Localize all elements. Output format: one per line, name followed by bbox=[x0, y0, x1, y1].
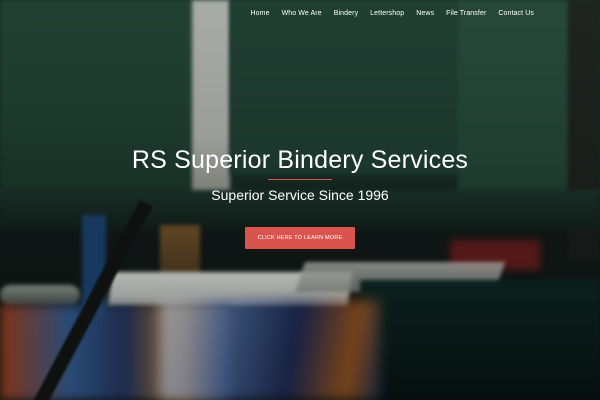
nav-item-news[interactable]: News bbox=[410, 9, 440, 19]
nav-item-home[interactable]: Home bbox=[244, 9, 275, 19]
hero-subtitle: Superior Service Since 1996 bbox=[211, 187, 389, 203]
hero-section: Home Who We Are Bindery Lettershop News … bbox=[0, 0, 600, 400]
hero-content: RS Superior Bindery Services Superior Se… bbox=[0, 0, 600, 400]
nav-item-bindery[interactable]: Bindery bbox=[328, 9, 364, 19]
nav-item-who-we-are[interactable]: Who We Are bbox=[276, 9, 328, 19]
nav-item-lettershop[interactable]: Lettershop bbox=[364, 9, 410, 19]
nav-item-file-transfer[interactable]: File Transfer bbox=[440, 9, 492, 19]
nav-item-contact-us[interactable]: Contact Us bbox=[492, 9, 540, 19]
title-divider bbox=[268, 179, 332, 180]
learn-more-button[interactable]: CLICK HERE TO LEARN MORE bbox=[245, 227, 355, 249]
hero-title: RS Superior Bindery Services bbox=[131, 146, 469, 174]
main-nav: Home Who We Are Bindery Lettershop News … bbox=[244, 9, 540, 19]
